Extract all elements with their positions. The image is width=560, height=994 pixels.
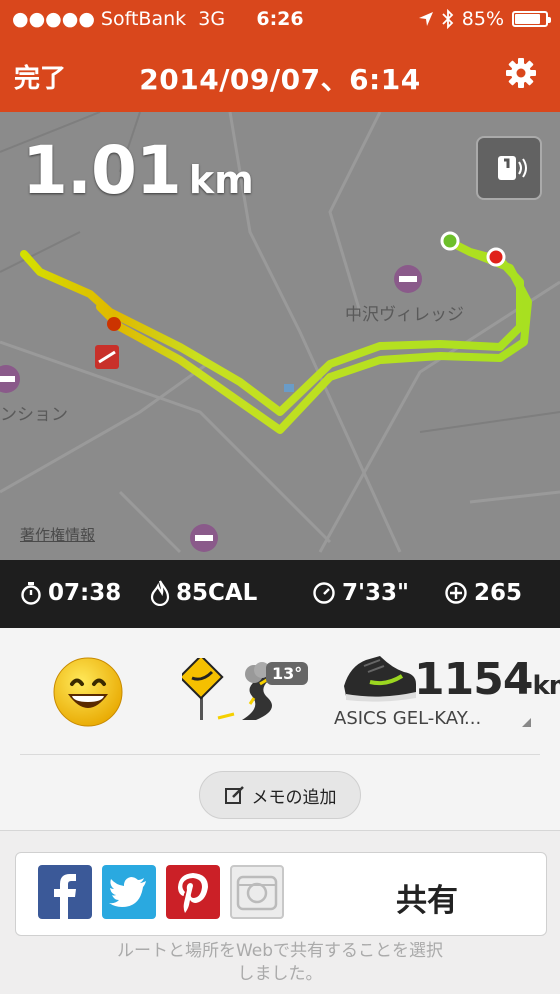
run-title: 2014/09/07、6:14 xyxy=(139,63,421,96)
flame-icon xyxy=(150,580,170,606)
camera-icon xyxy=(236,875,278,911)
hotel-icon xyxy=(394,265,422,293)
nikefuel-icon xyxy=(445,582,467,604)
status-bar: ●●●●● SoftBank 3G 6:26 85% xyxy=(0,0,560,38)
end-marker xyxy=(486,247,506,267)
disclosure-triangle-icon xyxy=(522,718,531,727)
pace-stat: 7'33" xyxy=(312,580,409,606)
smiley-mood-icon[interactable] xyxy=(52,656,124,728)
stopwatch-icon xyxy=(21,582,41,605)
run-summary-panel: 13° 1154km ASICS GEL-KAY... メモの追加 xyxy=(0,628,560,831)
battery-percent: 85% xyxy=(461,8,504,30)
divider xyxy=(20,754,540,755)
calories-value: 85CAL xyxy=(176,580,258,606)
place-label: 中沢ヴィレッジ xyxy=(345,305,464,325)
twitter-share-button[interactable] xyxy=(102,865,156,919)
fuel-stat: 265 xyxy=(444,580,522,606)
map-marker-small xyxy=(284,384,294,392)
shoe-name[interactable]: ASICS GEL-KAY... xyxy=(334,708,481,729)
audio-feedback-button[interactable] xyxy=(476,136,542,200)
start-marker xyxy=(440,231,460,251)
edit-icon xyxy=(224,786,244,804)
stats-bar: 07:38 85CAL 7'33" 265 xyxy=(0,560,560,628)
pace-value: 7'33" xyxy=(342,580,410,606)
battery-icon xyxy=(512,11,551,27)
hotel-icon xyxy=(0,365,20,393)
duration-stat: 07:38 xyxy=(20,580,121,606)
add-memo-button[interactable]: メモの追加 xyxy=(199,771,361,819)
transit-icon xyxy=(95,345,119,369)
hotel-icon xyxy=(190,524,218,552)
route-map[interactable]: 1.01 km 中沢ヴィレッジ ンション 著作権情報 xyxy=(0,112,560,560)
speaker-icon xyxy=(498,156,527,180)
fuel-value: 265 xyxy=(474,580,523,606)
shoe-distance-unit: km xyxy=(532,671,560,701)
run-route xyxy=(20,238,532,434)
instagram-share-button[interactable] xyxy=(230,865,284,919)
pinterest-share-button[interactable] xyxy=(166,865,220,919)
distance-value: 1.01 xyxy=(22,132,182,209)
nav-bar: 完了 2014/09/07、6:14 xyxy=(0,38,560,112)
facebook-icon xyxy=(54,874,76,919)
shoe-distance-value: 1154 xyxy=(414,654,533,705)
shoe-icon[interactable] xyxy=(340,646,420,706)
temperature-badge: 13° xyxy=(266,662,309,685)
facebook-share-button[interactable] xyxy=(38,865,92,919)
share-note: ルートと場所をWebで共有することを選択 しました。 xyxy=(0,940,560,986)
location-arrow-icon xyxy=(418,12,433,26)
distance-readout: 1.01 km xyxy=(22,132,254,209)
share-note-line-2: しました。 xyxy=(237,964,323,984)
pace-marker xyxy=(107,317,121,331)
gear-icon[interactable] xyxy=(504,56,538,90)
shoe-distance: 1154km xyxy=(414,654,560,705)
status-right: 85% xyxy=(418,8,551,30)
share-button[interactable]: 共有 xyxy=(352,875,502,920)
pinterest-icon xyxy=(178,873,208,913)
duration-value: 07:38 xyxy=(48,580,122,606)
bluetooth-icon xyxy=(442,9,454,29)
add-memo-label: メモの追加 xyxy=(251,787,337,808)
side-place-label: ンション xyxy=(0,405,68,425)
calories-stat: 85CAL xyxy=(150,580,257,606)
copyright-link[interactable]: 著作権情報 xyxy=(20,524,95,545)
share-note-line-1: ルートと場所をWebで共有することを選択 xyxy=(116,941,444,961)
share-bar: 共有 xyxy=(15,852,547,936)
speedometer-icon xyxy=(313,582,335,604)
distance-unit: km xyxy=(188,158,254,202)
twitter-icon xyxy=(109,877,146,907)
